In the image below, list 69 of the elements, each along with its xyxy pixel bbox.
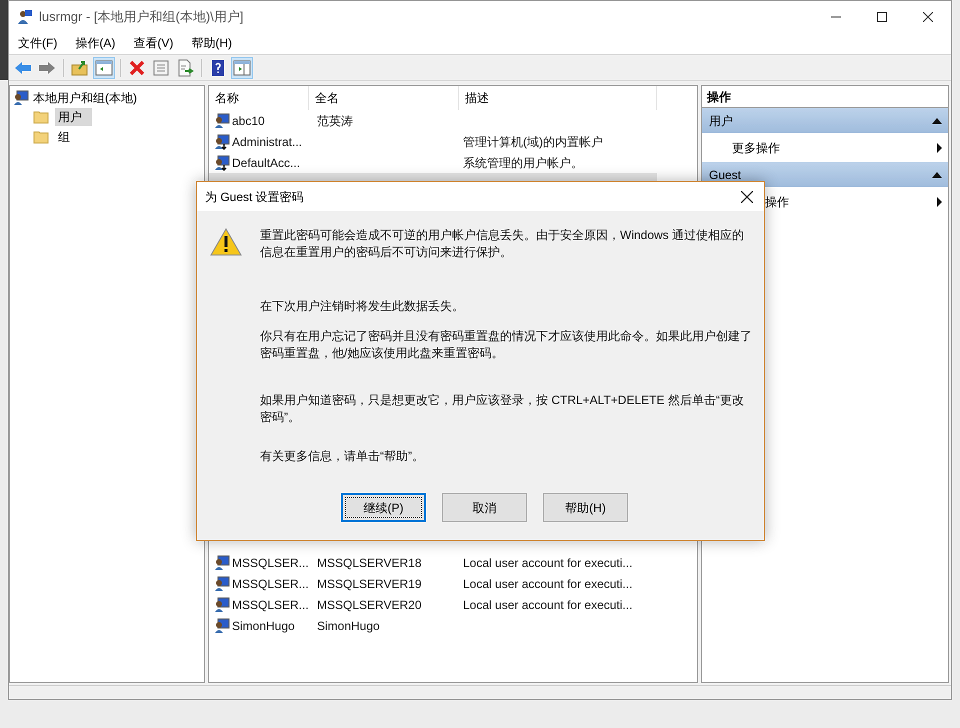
- close-icon: [923, 12, 933, 22]
- user-icon: [214, 618, 230, 634]
- folder-icon: [33, 130, 49, 144]
- column-header[interactable]: 名称: [209, 86, 309, 110]
- disabled-user-icon: [214, 134, 230, 150]
- table-cell-text: abc10: [232, 112, 265, 130]
- user-icon: [13, 90, 29, 106]
- action-item[interactable]: 操作: [702, 187, 948, 216]
- table-cell: Local user account for executi...: [463, 576, 632, 590]
- action-item[interactable]: 更多操作: [702, 133, 948, 162]
- table-cell: MSSQLSERVER18: [317, 556, 422, 570]
- table-cell: SimonHugo: [317, 618, 380, 632]
- pane-icon: [95, 58, 113, 76]
- warning-icon: [210, 228, 242, 256]
- close-icon: [741, 190, 753, 202]
- section-header[interactable]: 用户: [702, 108, 948, 133]
- column-header[interactable]: 全名: [309, 86, 459, 110]
- properties-icon: [152, 58, 170, 76]
- dialog-text: 在下次用户注销时将发生此数据丢失。: [260, 298, 465, 315]
- section-header[interactable]: Guest: [702, 162, 948, 187]
- collapse-icon[interactable]: [932, 118, 942, 124]
- menu-item[interactable]: 查看(V): [124, 32, 182, 54]
- column-header[interactable]: 描述: [459, 86, 657, 110]
- dialog-text: 如果用户知道密码，只是想更改它，用户应该登录，按 CTRL+ALT+DELETE 然后单击“更改密码”。: [260, 392, 745, 426]
- dialog-button[interactable]: 继续(P): [341, 493, 426, 522]
- table-cell-text: MSSQLSER...: [232, 576, 309, 592]
- user-icon: [214, 112, 230, 128]
- dialog-text: 你只有在用户忘记了密码并且没有密码重置盘的情况下才应该使用此命令。如果此用户创建了密码重置盘，他/她应该使用此盘来重置密码。: [260, 328, 752, 362]
- tree-item[interactable]: 用户: [55, 108, 92, 126]
- user-icon: [214, 576, 230, 592]
- dialog-button[interactable]: 帮助(H): [543, 493, 628, 522]
- help-icon: [209, 58, 227, 76]
- pane-icon: [233, 58, 251, 76]
- submenu-arrow-icon: [937, 196, 942, 206]
- dialog-text: 重置此密码可能会造成不可逆的用户帐户信息丢失。由于安全原因，Windows 通过使相应的信息在重置用户的密码后不可访问来进行保护。: [260, 227, 746, 261]
- table-cell-text: DefaultAcc...: [232, 154, 300, 172]
- table-cell: MSSQLSERVER19: [317, 576, 422, 590]
- table-cell-text: SimonHugo: [232, 618, 295, 634]
- table-cell: Local user account for executi...: [463, 598, 632, 612]
- table-cell: 系统管理的用户帐户。: [463, 156, 583, 170]
- toolbar-button[interactable]: [231, 56, 253, 78]
- tree-item[interactable]: 组: [55, 128, 80, 146]
- table-cell: 管理计算机(域)的内置帐户: [463, 134, 603, 148]
- dialog-text: 有关更多信息，请单击“帮助”。: [260, 448, 425, 465]
- table-cell-text: Administrat...: [232, 134, 302, 150]
- table-cell-text: MSSQLSER...: [232, 596, 309, 614]
- toolbar-button[interactable]: [93, 56, 115, 78]
- collapse-icon[interactable]: [932, 172, 942, 178]
- tree-item[interactable]: 本地用户和组(本地): [33, 89, 137, 107]
- maximize-icon: [877, 12, 887, 22]
- menu-item[interactable]: 操作(A): [66, 32, 124, 54]
- folder-up-icon: [71, 58, 89, 76]
- export-list-icon: [176, 58, 194, 76]
- table-cell: 范英涛: [317, 114, 353, 128]
- folder-icon: [33, 110, 49, 124]
- disabled-user-icon: [214, 154, 230, 170]
- menu-item[interactable]: 帮助(H): [182, 32, 241, 54]
- table-cell-text: MSSQLSER...: [232, 554, 309, 572]
- table-cell: Local user account for executi...: [463, 556, 632, 570]
- window-title: lusrmgr - [本地用户和组(本地)\用户]: [39, 8, 244, 26]
- users-icon: [17, 8, 33, 24]
- table-cell: MSSQLSERVER20: [317, 598, 422, 612]
- dialog-button[interactable]: 取消: [442, 493, 527, 522]
- user-icon: [214, 596, 230, 612]
- user-icon: [214, 554, 230, 570]
- delete-icon: [128, 58, 146, 76]
- dialog-title: 为 Guest 设置密码: [205, 188, 304, 206]
- menu-item[interactable]: 文件(F): [9, 32, 66, 54]
- submenu-arrow-icon: [937, 142, 942, 152]
